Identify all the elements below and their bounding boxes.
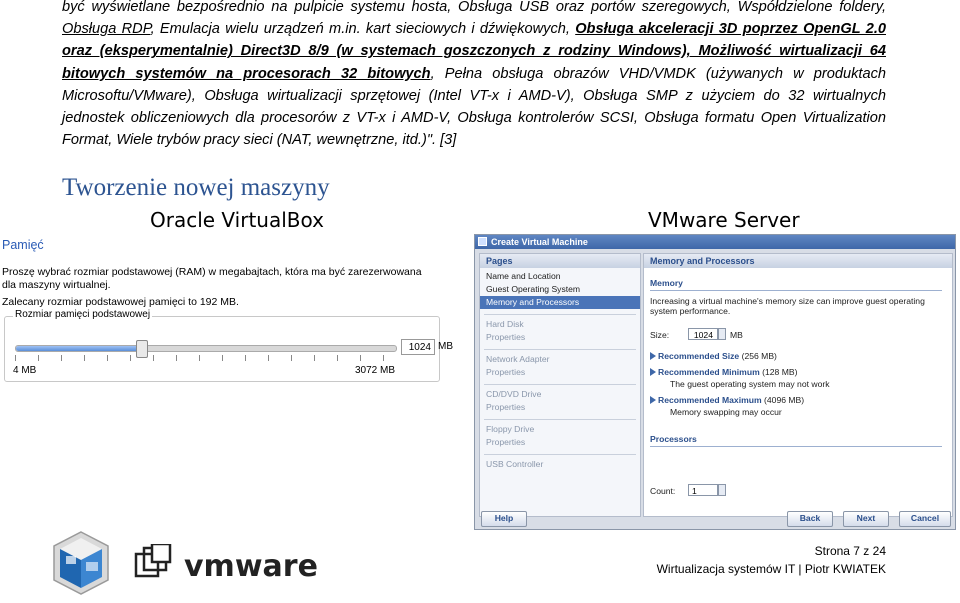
vm-cancel-button[interactable]: Cancel [899, 511, 951, 527]
vb-box-label: Rozmiar pamięci podstawowej [13, 309, 153, 320]
virtualbox-memory-panel: Pamięć Proszę wybrać rozmiar podstawowej… [0, 232, 453, 382]
vm-window-icon [478, 237, 487, 246]
section-heading: Tworzenie nowej maszyny [62, 174, 330, 201]
vmware-column-title: VMware Server [648, 208, 800, 232]
vm-rec-min-text: The guest operating system may not work [670, 379, 830, 389]
vm-size-label: Size: [650, 330, 670, 340]
vm-page-guest-os[interactable]: Guest Operating System [480, 283, 640, 296]
vm-size-spinner[interactable] [718, 328, 726, 340]
vm-processors-section: Processors [650, 434, 942, 447]
vb-memory-unit: MB [438, 341, 453, 352]
vm-page-usb-controller[interactable]: USB Controller [480, 458, 640, 471]
vb-slider-ticks [15, 355, 395, 361]
vm-page-network-adapter[interactable]: Network Adapter [480, 353, 640, 366]
para-seg3: , Emulacja wielu urządzeń m.in. kart sie… [150, 21, 576, 38]
footer-title: Wirtualizacja systemów IT | Piotr KWIATE… [656, 562, 886, 576]
vm-size-input[interactable]: 1024 [688, 328, 718, 340]
vb-slider-fill [16, 346, 142, 351]
vb-panel-title: Pamięć [2, 238, 44, 252]
vm-rec-max-text: Memory swapping may occur [670, 407, 782, 417]
vb-memory-box: Rozmiar pamięci podstawowej 1024 MB 4 MB… [4, 309, 453, 382]
vm-count-label: Count: [650, 486, 676, 496]
vb-text-main: Proszę wybrać rozmiar podstawowej (RAM) … [2, 266, 422, 291]
vm-page-hard-disk-properties[interactable]: Properties [480, 331, 640, 344]
intro-paragraph: być wyświetlane bezpośrednio na pulpicie… [62, 0, 886, 151]
vm-right-header: Memory and Processors [644, 254, 952, 268]
vb-description: Proszę wybrać rozmiar podstawowej (RAM) … [2, 266, 432, 309]
vm-next-button[interactable]: Next [843, 511, 889, 527]
vm-titlebar: Create Virtual Machine [475, 235, 955, 249]
vmware-logo: vmware [134, 544, 318, 584]
vm-page-cd-dvd[interactable]: CD/DVD Drive [480, 388, 640, 401]
virtualbox-logo [53, 531, 109, 595]
vm-help-button[interactable]: Help [481, 511, 527, 527]
vb-min-label: 4 MB [13, 365, 37, 376]
vm-rec-size[interactable]: Recommended Size (256 MB) [658, 351, 777, 361]
vmware-create-vm-dialog: Create Virtual Machine Pages Name and Lo… [474, 234, 956, 530]
virtualbox-column-title: Oracle VirtualBox [150, 208, 324, 232]
vb-max-label: 3072 MB [355, 365, 396, 376]
vm-count-dropdown-icon[interactable] [718, 484, 726, 496]
vm-rec-min[interactable]: Recommended Minimum (128 MB) [658, 367, 797, 377]
vm-page-floppy[interactable]: Floppy Drive [480, 423, 640, 436]
vm-page-memory-processors[interactable]: Memory and Processors [480, 296, 640, 309]
para-seg1: być wyświetlane bezpośrednio na pulpicie… [62, 0, 886, 15]
rec-max-arrow-icon [650, 396, 656, 404]
vm-pages-panel: Pages Name and Location Guest Operating … [479, 253, 641, 517]
vm-rec-max[interactable]: Recommended Maximum (4096 MB) [658, 395, 804, 405]
vm-page-cd-properties[interactable]: Properties [480, 401, 640, 414]
vm-memory-processors-panel: Memory and Processors Memory Increasing … [643, 253, 953, 517]
vm-page-floppy-properties[interactable]: Properties [480, 436, 640, 449]
vm-memory-section: Memory [650, 278, 942, 291]
vb-text-suggested: Zalecany rozmiar podstawowej pamięci to … [2, 296, 239, 308]
vmware-logo-text: vmware [184, 549, 318, 584]
vm-memory-text: Increasing a virtual machine's memory si… [650, 296, 925, 316]
page-number: Strona 7 z 24 [814, 544, 886, 558]
vb-memory-slider[interactable] [15, 340, 397, 358]
rec-size-arrow-icon [650, 352, 656, 360]
vb-memory-input[interactable]: 1024 [401, 339, 435, 355]
para-seg2: Obsługa RDP [62, 21, 151, 38]
vm-size-unit: MB [730, 330, 743, 340]
vm-page-network-properties[interactable]: Properties [480, 366, 640, 379]
vm-page-hard-disk[interactable]: Hard Disk [480, 318, 640, 331]
page-footer: Strona 7 z 24 Wirtualizacja systemów IT … [657, 542, 886, 578]
vm-back-button[interactable]: Back [787, 511, 833, 527]
vm-pages-header: Pages [480, 254, 640, 268]
vm-page-name-location[interactable]: Name and Location [480, 270, 640, 283]
vm-count-select[interactable]: 1 [688, 484, 718, 496]
vm-window-title: Create Virtual Machine [491, 237, 588, 247]
rec-min-arrow-icon [650, 368, 656, 376]
